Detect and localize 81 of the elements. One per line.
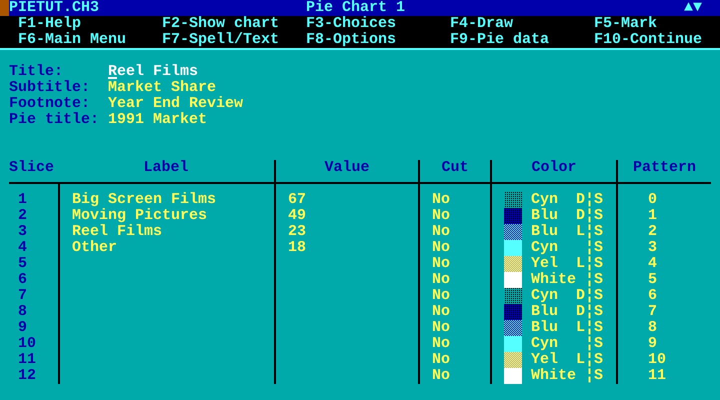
color-name: Cyn D¦S — [531, 192, 604, 208]
function-key-label[interactable]: F1-Help — [18, 16, 162, 32]
slice-number: 11 — [18, 352, 36, 368]
slice-number: 2 — [18, 208, 28, 224]
function-key-label[interactable]: F3-Choices — [306, 16, 450, 32]
function-key-label[interactable]: F5-Mark — [594, 16, 720, 32]
slice-number: 9 — [18, 320, 28, 336]
slice-number: 12 — [18, 368, 36, 384]
cut-setting: No — [432, 336, 450, 352]
field-label: Footnote: — [9, 96, 92, 112]
slice-value: 67 — [288, 192, 306, 208]
text-cursor — [108, 77, 117, 79]
column-header: Slice — [9, 159, 54, 176]
field-label: Subtitle: — [9, 80, 92, 96]
column-header: Label — [143, 159, 188, 176]
field-label: Pie title: — [9, 112, 100, 128]
slice-value: 49 — [288, 208, 306, 224]
function-key-label[interactable]: F9-Pie data — [450, 32, 594, 48]
color-name: Cyn D¦S — [531, 288, 604, 304]
slice-label: Big Screen Films — [72, 192, 216, 208]
cut-setting: No — [432, 256, 450, 272]
pattern-number: 1 — [648, 208, 658, 224]
pattern-number: 11 — [648, 368, 666, 384]
pattern-number: 5 — [648, 272, 658, 288]
function-key-label[interactable]: F2-Show chart — [162, 16, 306, 32]
pattern-number: 4 — [648, 256, 658, 272]
function-key-label[interactable]: F4-Draw — [450, 16, 594, 32]
color-name: Cyn ¦S — [531, 240, 604, 256]
color-name: White ¦S — [531, 272, 604, 288]
pattern-number: 6 — [648, 288, 658, 304]
slice-value: 23 — [288, 224, 306, 240]
cut-setting: No — [432, 304, 450, 320]
cut-setting: No — [432, 240, 450, 256]
pattern-number: 10 — [648, 352, 666, 368]
slice-number: 1 — [18, 192, 28, 208]
slice-number: 7 — [18, 288, 28, 304]
color-name: Blu D¦S — [531, 304, 604, 320]
cut-setting: No — [432, 368, 450, 384]
cut-setting: No — [432, 352, 450, 368]
cut-setting: No — [432, 272, 450, 288]
column-header: Color — [531, 159, 576, 176]
slice-number: 10 — [18, 336, 36, 352]
color-name: Blu D¦S — [531, 208, 604, 224]
window-title: Pie Chart 1 — [306, 0, 406, 16]
cursor-block — [0, 0, 9, 16]
slice-number: 3 — [18, 224, 28, 240]
color-name: White ¦S — [531, 368, 604, 384]
cut-setting: No — [432, 208, 450, 224]
color-name: Blu L¦S — [531, 320, 604, 336]
column-header: Value — [324, 159, 370, 176]
pattern-number: 8 — [648, 320, 658, 336]
function-key-label[interactable]: F6-Main Menu — [18, 32, 162, 48]
slice-value: 18 — [288, 240, 306, 256]
pattern-number: 7 — [648, 304, 658, 320]
field-label: Title: — [9, 64, 64, 80]
color-name: Yel L¦S — [531, 256, 604, 272]
function-key-label[interactable]: F7-Spell/Text — [162, 32, 306, 48]
file-name: PIETUT.CH3 — [9, 0, 100, 16]
slice-number: 5 — [18, 256, 28, 272]
slice-label: Moving Pictures — [72, 208, 208, 224]
cut-setting: No — [432, 192, 450, 208]
column-header: Pattern — [632, 159, 696, 176]
column-header: Cut — [441, 159, 468, 176]
slice-number: 8 — [18, 304, 28, 320]
slice-label: Reel Films — [72, 224, 162, 240]
pattern-number: 3 — [648, 240, 658, 256]
function-key-label[interactable]: F8-Options — [306, 32, 450, 48]
function-key-label[interactable]: F10-Continue — [594, 32, 720, 48]
cut-setting: No — [432, 224, 450, 240]
pattern-number: 2 — [648, 224, 658, 240]
color-name: Cyn ¦S — [531, 336, 604, 352]
slice-number: 6 — [18, 272, 28, 288]
slice-label: Other — [72, 240, 118, 256]
pattern-number: 0 — [648, 192, 658, 208]
color-name: Blu L¦S — [531, 224, 604, 240]
cut-setting: No — [432, 288, 450, 304]
pattern-number: 9 — [648, 336, 658, 352]
color-name: Yel L¦S — [531, 352, 604, 368]
cut-setting: No — [432, 320, 450, 336]
slice-number: 4 — [18, 240, 28, 256]
scroll-indicator[interactable]: ▲▼ — [684, 0, 702, 16]
